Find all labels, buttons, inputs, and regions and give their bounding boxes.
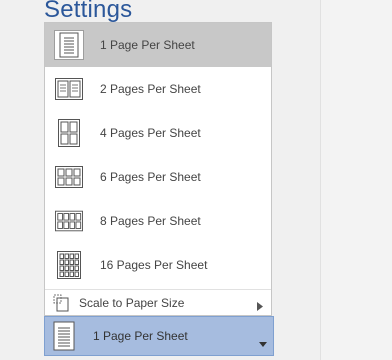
pages-per-sheet-dropdown[interactable]: 1 Page Per Sheet	[44, 316, 274, 356]
chevron-down-icon	[259, 334, 267, 352]
menu-item-1-page-per-sheet[interactable]: 1 Page Per Sheet	[45, 23, 271, 67]
menu-item-label: 4 Pages Per Sheet	[100, 126, 201, 140]
scale-to-paper-size-icon	[51, 293, 71, 313]
right-pane	[320, 0, 392, 360]
sixteen-pages-per-sheet-icon	[55, 251, 83, 279]
scale-to-paper-size-label: Scale to Paper Size	[79, 296, 185, 310]
menu-item-label: 2 Pages Per Sheet	[100, 82, 201, 96]
one-page-per-sheet-icon	[51, 320, 77, 352]
eight-pages-per-sheet-icon	[55, 207, 83, 235]
menu-item-6-pages-per-sheet[interactable]: 6 Pages Per Sheet	[45, 155, 271, 199]
two-pages-per-sheet-icon	[55, 75, 83, 103]
pages-per-sheet-menu: 1 Page Per Sheet 2 Pages Per Sheet 4 Pag	[44, 22, 272, 316]
four-pages-per-sheet-icon	[55, 119, 83, 147]
menu-item-16-pages-per-sheet[interactable]: 16 Pages Per Sheet	[45, 243, 271, 287]
dropdown-selected-label: 1 Page Per Sheet	[93, 329, 188, 343]
menu-item-4-pages-per-sheet[interactable]: 4 Pages Per Sheet	[45, 111, 271, 155]
menu-item-label: 1 Page Per Sheet	[100, 38, 195, 52]
settings-heading: Settings	[44, 0, 133, 23]
one-page-per-sheet-icon	[54, 30, 84, 60]
six-pages-per-sheet-icon	[55, 163, 83, 191]
scale-to-paper-size-item[interactable]: Scale to Paper Size	[45, 291, 271, 315]
menu-item-label: 8 Pages Per Sheet	[100, 214, 201, 228]
menu-item-label: 16 Pages Per Sheet	[100, 258, 208, 272]
menu-item-8-pages-per-sheet[interactable]: 8 Pages Per Sheet	[45, 199, 271, 243]
menu-item-label: 6 Pages Per Sheet	[100, 170, 201, 184]
submenu-arrow-icon	[257, 298, 263, 316]
menu-divider	[45, 289, 271, 290]
menu-item-2-pages-per-sheet[interactable]: 2 Pages Per Sheet	[45, 67, 271, 111]
